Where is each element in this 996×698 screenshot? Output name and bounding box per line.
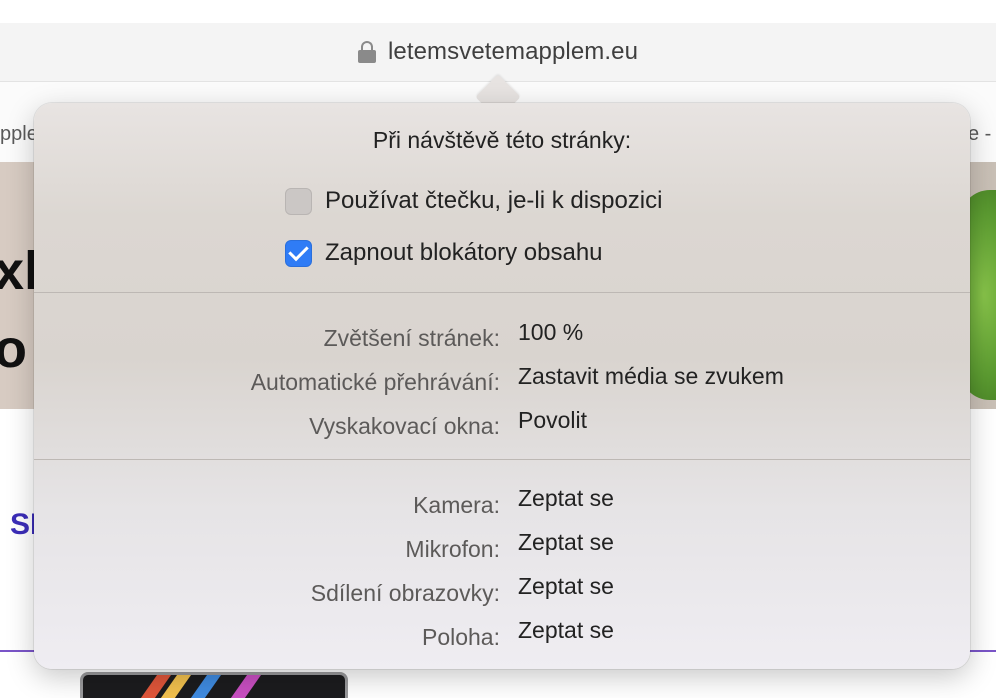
hero-text-line2: o: [0, 319, 27, 379]
microphone-label: Mikrofon:: [405, 536, 500, 562]
auto-play-label: Automatické přehrávání:: [250, 369, 500, 395]
reader-checkbox-label[interactable]: Používat čtečku, je-li k dispozici: [325, 187, 662, 215]
content-blockers-checkbox-label[interactable]: Zapnout blokátory obsahu: [325, 239, 603, 267]
reader-checkbox[interactable]: [285, 187, 312, 215]
pop-up-windows-value[interactable]: Povolit: [518, 407, 587, 434]
content-blockers-checkbox-row[interactable]: Zapnout blokátory obsahu: [285, 239, 603, 267]
address-bar[interactable]: letemsvetemapplem.eu: [0, 23, 996, 81]
camera-value[interactable]: Zeptat se: [518, 485, 614, 512]
browser-window: letemsvetemapplem.eu pple e - xl o SI Př…: [0, 0, 996, 698]
location-label: Poloha:: [421, 624, 500, 650]
lock-icon: [357, 41, 376, 63]
url-field[interactable]: letemsvetemapplem.eu: [357, 38, 639, 66]
checkmark-icon: [288, 240, 309, 262]
content-blockers-checkbox[interactable]: [285, 239, 312, 267]
screen-sharing-label: Sdílení obrazovky:: [310, 580, 500, 606]
reader-checkbox-row[interactable]: Používat čtečku, je-li k dispozici: [285, 187, 662, 215]
popover-divider: [34, 292, 970, 293]
location-value[interactable]: Zeptat se: [518, 617, 614, 644]
microphone-value[interactable]: Zeptat se: [518, 529, 614, 556]
url-text: letemsvetemapplem.eu: [387, 38, 639, 65]
bookmark-item-left[interactable]: pple: [0, 123, 38, 146]
popover-title: Při návštěvě této stránky:: [372, 127, 632, 153]
bookmark-item-right[interactable]: e -: [968, 123, 991, 146]
popover-divider: [34, 459, 970, 460]
page-zoom-label: Zvětšení stránek:: [323, 325, 500, 351]
website-settings-popover: Při návštěvě této stránky: Používat čteč…: [34, 103, 970, 669]
laptop-thumbnail-image[interactable]: [80, 672, 348, 698]
screen-sharing-value[interactable]: Zeptat se: [518, 573, 614, 600]
window-top-strip: [0, 0, 996, 23]
pop-up-windows-label: Vyskakovací okna:: [309, 413, 500, 439]
camera-label: Kamera:: [413, 492, 500, 518]
page-zoom-value[interactable]: 100 %: [518, 319, 583, 346]
auto-play-value[interactable]: Zastavit média se zvukem: [518, 363, 784, 390]
